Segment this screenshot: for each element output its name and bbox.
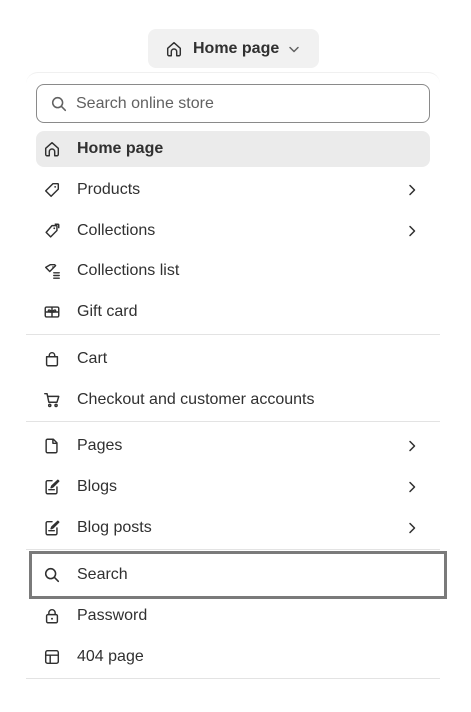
page-selector-label: Home page	[193, 39, 280, 57]
menu-item-label: Blogs	[77, 478, 118, 495]
chevron-right-icon	[405, 224, 419, 238]
tags-icon	[43, 222, 61, 240]
search-field[interactable]	[36, 84, 430, 123]
chevron-down-icon	[287, 42, 301, 56]
menu-item-password[interactable]: Password	[36, 598, 430, 634]
menu-item-blogs[interactable]: Blogs	[36, 469, 430, 505]
menu-item-label: Search	[77, 566, 128, 583]
menu-divider	[26, 334, 440, 335]
menu-divider	[26, 678, 440, 679]
menu-item-label: Collections	[77, 222, 156, 239]
lock-icon	[43, 607, 61, 625]
chevron-right-icon	[405, 439, 419, 453]
menu-divider	[26, 421, 440, 422]
page-icon	[43, 437, 61, 455]
menu-item-404-page[interactable]: 404 page	[36, 639, 430, 675]
menu-item-pages[interactable]: Pages	[36, 428, 430, 464]
menu-item-label: Products	[77, 181, 141, 198]
menu-item-label: 404 page	[77, 648, 144, 665]
home-icon	[43, 140, 61, 158]
menu-item-label: Pages	[77, 437, 123, 454]
gift-card-icon	[43, 303, 61, 321]
search-icon	[51, 96, 67, 111]
layout-icon	[43, 648, 61, 666]
blog-post-icon	[43, 519, 61, 537]
cart-icon	[43, 391, 61, 409]
menu-item-collections[interactable]: Collections	[36, 213, 430, 249]
page-selector-popover: Home page Products Collections Collectio…	[26, 72, 440, 679]
bag-icon	[43, 350, 61, 368]
menu-item-label: Gift card	[77, 303, 138, 320]
menu-item-label: Checkout and customer accounts	[77, 391, 315, 408]
menu-item-home-page[interactable]: Home page	[36, 131, 430, 167]
chevron-right-icon	[405, 480, 419, 494]
menu-item-label: Blog posts	[77, 519, 152, 536]
chevron-right-icon	[405, 183, 419, 197]
menu-item-label: Collections list	[77, 262, 180, 279]
menu-item-search[interactable]: Search	[36, 557, 430, 593]
menu-item-label: Home page	[77, 140, 164, 157]
menu-item-label: Cart	[77, 350, 108, 367]
menu-item-gift-card[interactable]: Gift card	[36, 294, 430, 330]
search-icon	[43, 566, 61, 584]
page-selector-button[interactable]: Home page	[148, 29, 319, 68]
menu-divider	[26, 549, 440, 550]
home-icon	[165, 40, 183, 58]
menu-item-collections-list[interactable]: Collections list	[36, 253, 430, 289]
blog-icon	[43, 478, 61, 496]
menu-item-checkout[interactable]: Checkout and customer accounts	[36, 382, 430, 418]
chevron-right-icon	[405, 521, 419, 535]
menu-item-cart[interactable]: Cart	[36, 341, 430, 377]
tag-icon	[43, 181, 61, 199]
menu-item-label: Password	[77, 607, 148, 624]
menu-item-products[interactable]: Products	[36, 172, 430, 208]
tags-list-icon	[43, 262, 61, 280]
search-input[interactable]	[76, 94, 406, 113]
menu-item-blog-posts[interactable]: Blog posts	[36, 510, 430, 546]
